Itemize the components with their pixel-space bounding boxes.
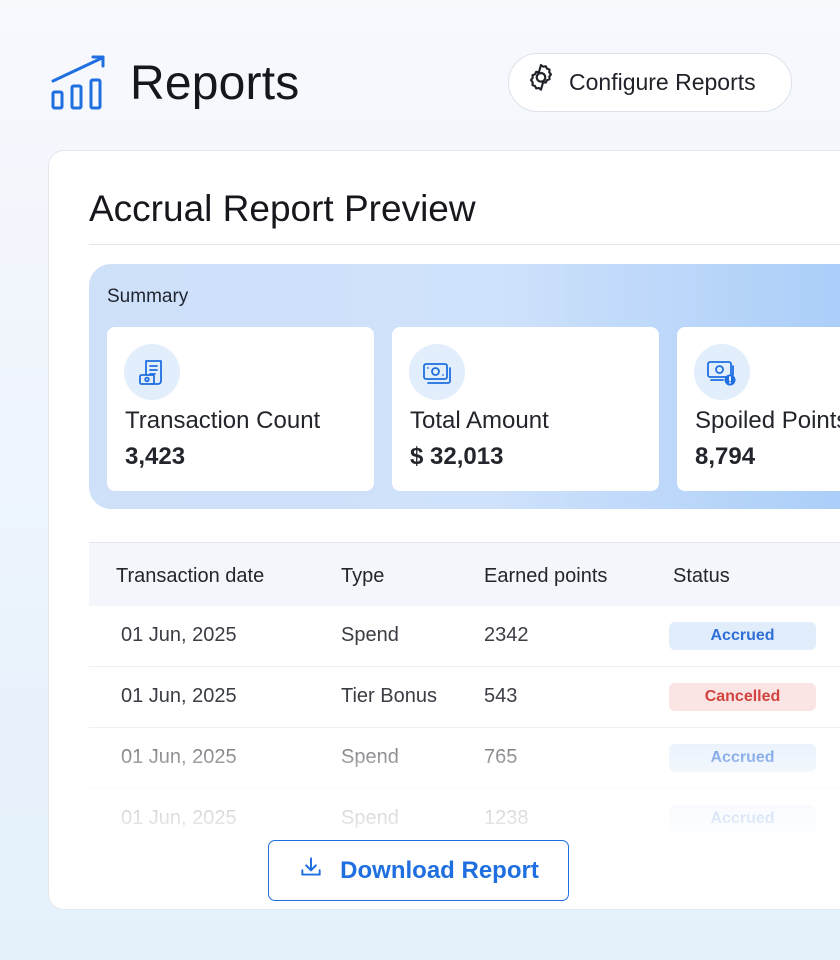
status-badge: Cancelled [669, 683, 816, 711]
table-header: Transaction date Type Earned points Stat… [89, 542, 840, 606]
column-header-type[interactable]: Type [341, 565, 384, 588]
configure-reports-label: Configure Reports [569, 69, 756, 95]
stat-label: Transaction Count [125, 407, 321, 434]
table-row[interactable]: 01 Jun, 2025 Spend 2342 Accrued [89, 606, 840, 667]
stat-value: 3,423 [125, 443, 186, 470]
summary-label: Summary [107, 286, 189, 307]
stat-label: Total Amount [410, 407, 549, 434]
cell-points: 2342 [484, 624, 529, 646]
receipt-cash-icon [124, 344, 180, 400]
summary-panel: Summary Transaction Count 3,423 Total Am… [89, 264, 840, 509]
table-row[interactable]: 01 Jun, 2025 Spend 765 Accrued [89, 728, 840, 789]
cell-type: Spend [341, 807, 399, 829]
cell-points: 1238 [484, 807, 529, 829]
transactions-table: Transaction date Type Earned points Stat… [89, 542, 840, 850]
cell-date: 01 Jun, 2025 [121, 746, 237, 768]
cell-type: Spend [341, 624, 399, 646]
cell-date: 01 Jun, 2025 [121, 807, 237, 829]
download-report-button[interactable]: Download Report [268, 840, 569, 901]
stat-value: $ 32,013 [410, 443, 504, 470]
banknote-alert-icon [694, 344, 750, 400]
cell-date: 01 Jun, 2025 [121, 624, 237, 646]
banknote-icon [409, 344, 465, 400]
status-badge: Accrued [669, 744, 816, 772]
bar-chart-trend-icon [50, 52, 110, 112]
divider [89, 244, 840, 245]
status-badge: Accrued [669, 805, 816, 833]
download-icon [298, 854, 324, 887]
gear-icon [525, 63, 557, 102]
cell-type: Spend [341, 746, 399, 768]
status-badge: Accrued [669, 622, 816, 650]
report-preview-card: Accrual Report Preview Summary Transacti… [48, 150, 840, 910]
cell-points: 543 [484, 685, 518, 707]
cell-type: Tier Bonus [341, 685, 437, 707]
stat-card-transaction-count: Transaction Count 3,423 [107, 327, 374, 491]
column-header-date[interactable]: Transaction date [116, 565, 264, 588]
column-header-points[interactable]: Earned points [484, 565, 607, 588]
table-row[interactable]: 01 Jun, 2025 Tier Bonus 543 Cancelled [89, 667, 840, 728]
stat-label: Spoiled Points [695, 407, 840, 434]
stat-card-spoiled-points: Spoiled Points 8,794 [677, 327, 840, 491]
configure-reports-button[interactable]: Configure Reports [508, 53, 792, 112]
cell-date: 01 Jun, 2025 [121, 685, 237, 707]
stat-card-total-amount: Total Amount $ 32,013 [392, 327, 659, 491]
column-header-status[interactable]: Status [673, 565, 730, 588]
cell-points: 765 [484, 746, 518, 768]
stat-value: 8,794 [695, 443, 756, 470]
page-title: Reports [130, 57, 300, 110]
card-title: Accrual Report Preview [89, 188, 476, 229]
download-report-label: Download Report [340, 856, 539, 884]
